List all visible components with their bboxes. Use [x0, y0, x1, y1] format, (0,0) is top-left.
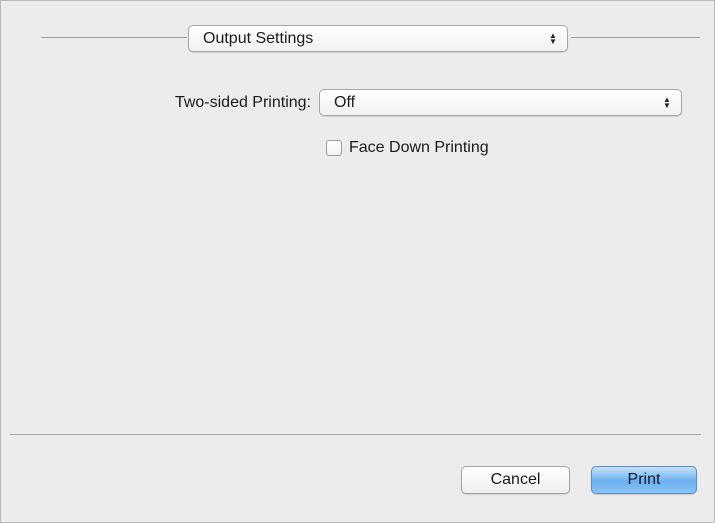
- panel-selector-value: Output Settings: [203, 30, 314, 47]
- face-down-printing-checkbox[interactable]: [326, 140, 342, 156]
- header-divider-left: [41, 37, 187, 38]
- up-down-arrows-icon: ▲ ▼: [663, 94, 671, 110]
- print-dialog: Output Settings ▲ ▼ Two-sided Printing: O…: [0, 0, 715, 523]
- panel-selector-popup[interactable]: Output Settings ▲ ▼: [188, 25, 568, 52]
- two-sided-printing-popup[interactable]: Off ▲ ▼: [319, 89, 682, 116]
- cancel-button[interactable]: Cancel: [461, 466, 570, 494]
- print-button[interactable]: Print: [591, 466, 697, 494]
- face-down-printing-option[interactable]: Face Down Printing: [326, 138, 489, 158]
- header-divider-right: [571, 37, 700, 38]
- up-down-arrows-icon: ▲ ▼: [549, 30, 557, 46]
- two-sided-printing-value: Off: [334, 94, 356, 111]
- footer-divider: [10, 434, 701, 435]
- two-sided-printing-label: Two-sided Printing:: [174, 94, 311, 111]
- face-down-printing-label: Face Down Printing: [349, 139, 489, 156]
